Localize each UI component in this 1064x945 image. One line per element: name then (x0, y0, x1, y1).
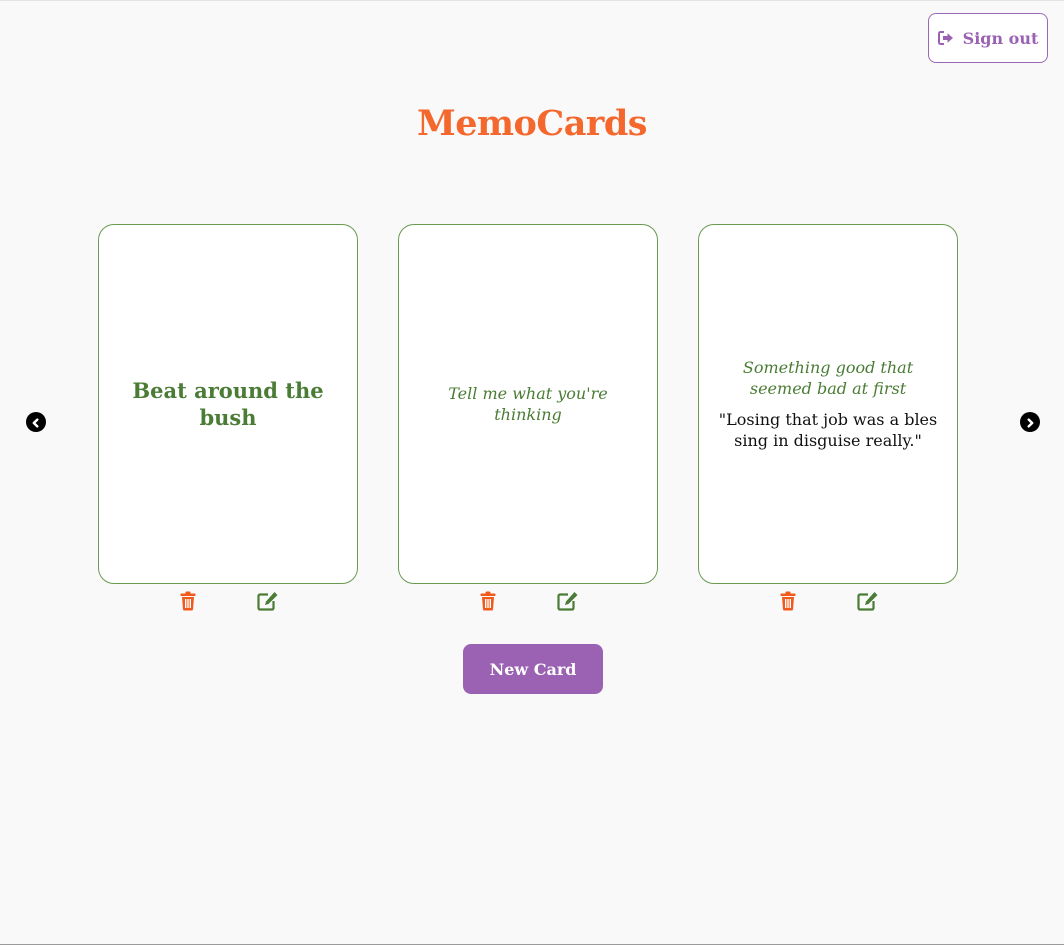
new-card-button[interactable]: New Card (463, 644, 603, 694)
edit-card-button[interactable] (257, 591, 279, 615)
card-example: "Losing that job was a blessing in disgu… (718, 410, 938, 450)
edit-icon (257, 591, 279, 615)
carousel-prev-button[interactable] (26, 412, 46, 432)
card-meaning: Something good that seemed bad at first (742, 358, 914, 398)
chevron-circle-left-icon (31, 413, 41, 432)
sign-out-label: Sign out (962, 28, 1039, 48)
edit-icon (857, 591, 879, 615)
delete-card-button[interactable] (177, 591, 199, 615)
chevron-circle-right-icon (1025, 413, 1035, 432)
card-meaning: Tell me what you're thinking (448, 384, 608, 424)
trash-icon (480, 591, 496, 615)
memo-card[interactable]: Tell me what you're thinking (398, 224, 658, 584)
sign-out-icon (937, 31, 954, 45)
trash-icon (180, 591, 196, 615)
sign-out-button[interactable]: Sign out (928, 13, 1048, 63)
edit-card-button[interactable] (857, 591, 879, 615)
delete-card-button[interactable] (477, 591, 499, 615)
memo-card[interactable]: Something good that seemed bad at first … (698, 224, 958, 584)
app-title: MemoCards (416, 103, 648, 144)
edit-icon (557, 591, 579, 615)
memo-card[interactable]: Beat around the bush (98, 224, 358, 584)
card-phrase: Beat around the bush (132, 377, 324, 430)
carousel-next-button[interactable] (1020, 412, 1040, 432)
edit-card-button[interactable] (557, 591, 579, 615)
trash-icon (780, 591, 796, 615)
delete-card-button[interactable] (777, 591, 799, 615)
